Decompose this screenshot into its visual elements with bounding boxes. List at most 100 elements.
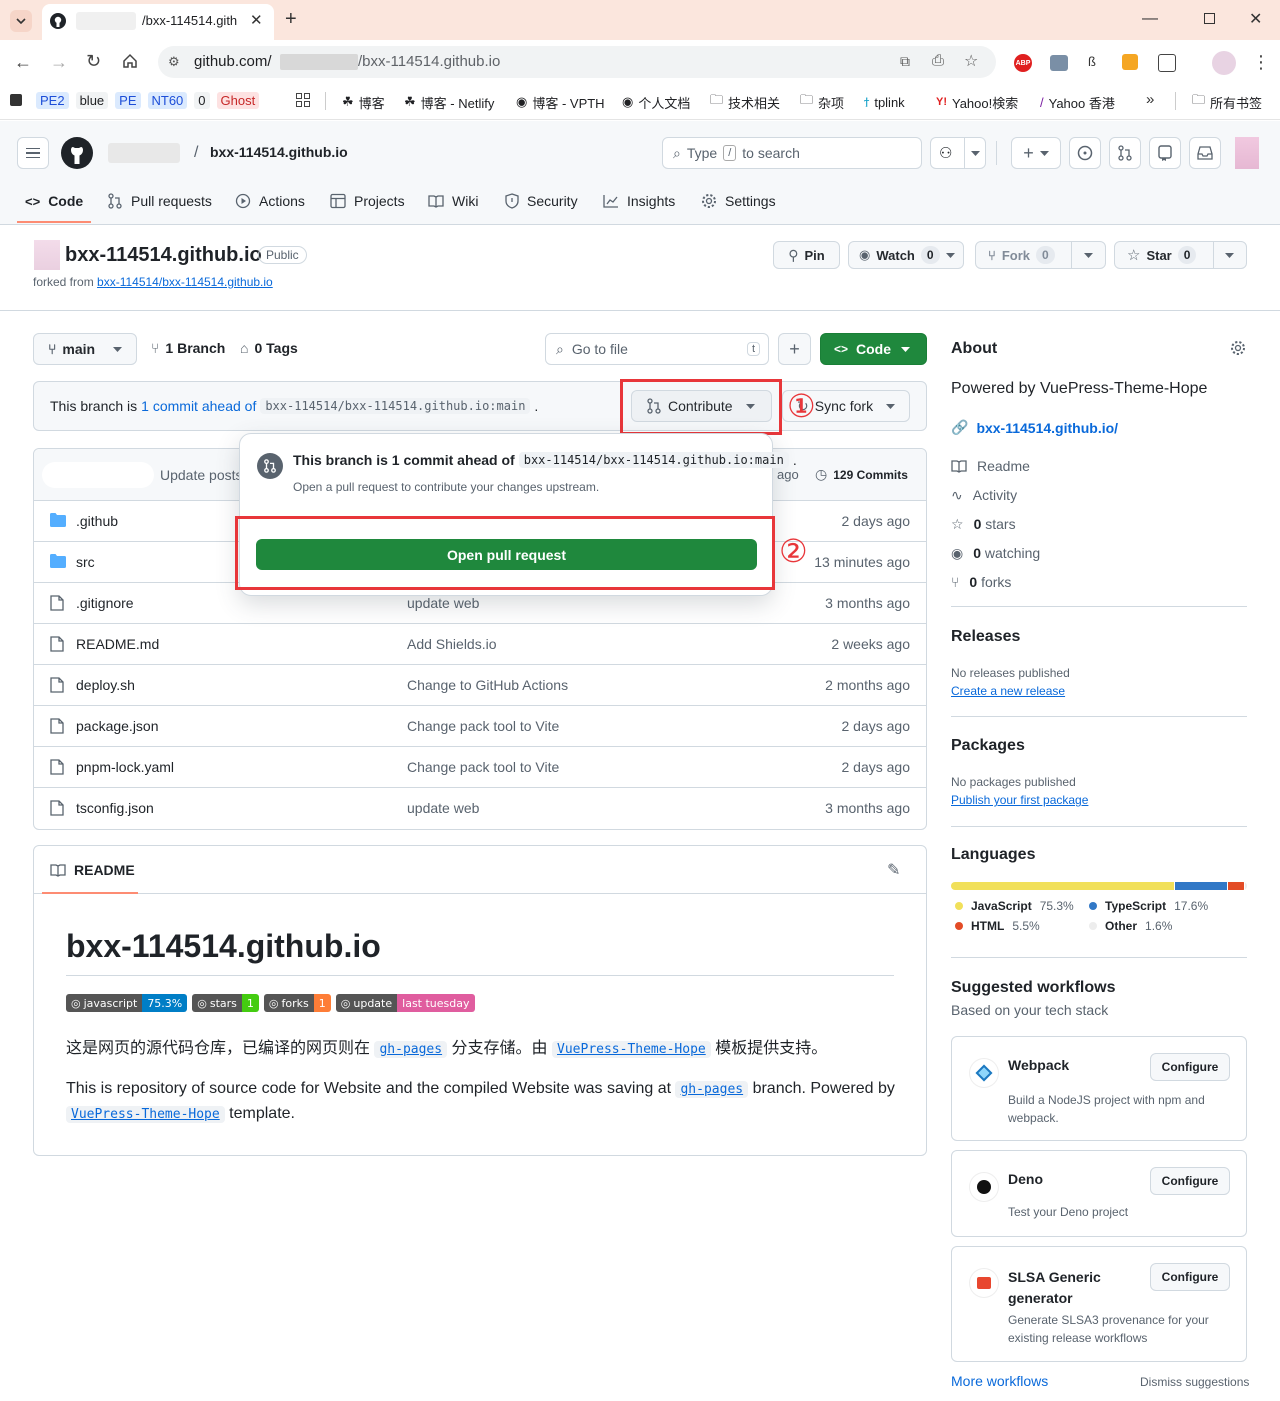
bookmark-folder-tech[interactable]: 🗀 技术相关: [710, 92, 780, 111]
file-row[interactable]: package.json Change pack tool to Vite 2 da…: [34, 705, 926, 746]
file-row[interactable]: pnpm-lock.yaml Change pack tool to Vite 2 …: [34, 746, 926, 787]
home-icon[interactable]: [122, 53, 138, 69]
bookmark-tplink[interactable]: ϯ tplink: [864, 93, 905, 111]
translate-icon[interactable]: ⧉: [900, 53, 910, 70]
gh-pages-link[interactable]: gh-pages: [675, 1081, 749, 1098]
pin-button[interactable]: ⚲ Pin: [773, 241, 840, 269]
file-name[interactable]: .gitignore: [76, 595, 134, 611]
file-name[interactable]: src: [76, 554, 95, 570]
about-website-link[interactable]: 🔗 bxx-114514.github.io/: [951, 419, 1118, 436]
commit-message[interactable]: Add Shields.io: [407, 636, 497, 652]
tab-wiki[interactable]: Wiki: [428, 191, 478, 211]
search-input[interactable]: ⌕ Type / to search: [662, 137, 922, 169]
user-avatar[interactable]: [1235, 137, 1259, 169]
commit-message[interactable]: Change pack tool to Vite: [407, 759, 559, 775]
shield-badge[interactable]: ◎ forks 1: [263, 994, 331, 1012]
file-name[interactable]: deploy.sh: [76, 677, 135, 693]
commit-message[interactable]: Change pack tool to Vite: [407, 718, 559, 734]
activity-link[interactable]: ∿ Activity: [951, 485, 1017, 505]
profile-avatar[interactable]: [1212, 51, 1236, 75]
adblock-extension-icon[interactable]: ABP: [1014, 54, 1032, 72]
tab-projects[interactable]: Projects: [330, 191, 405, 211]
vuepress-link[interactable]: VuePress-Theme-Hope: [552, 1041, 711, 1058]
inbox-button[interactable]: [1189, 137, 1221, 169]
extension-icon[interactable]: [1050, 55, 1068, 71]
extension-icon[interactable]: ß: [1088, 54, 1096, 69]
tab-code[interactable]: <> Code: [25, 191, 83, 211]
bookmark-blog-netlify[interactable]: ☘ 博客 - Netlify: [404, 93, 494, 111]
tab-pull-requests[interactable]: Pull requests: [107, 191, 212, 211]
issues-button[interactable]: [1069, 137, 1101, 169]
commit-message[interactable]: update web: [407, 800, 479, 816]
branch-selector[interactable]: ⑂ main: [33, 333, 137, 365]
tab-settings[interactable]: Settings: [701, 191, 776, 211]
maximize-button[interactable]: [1204, 13, 1215, 24]
releases-title[interactable]: Releases: [951, 628, 1020, 646]
ahead-compare-link[interactable]: 1 commit ahead of: [141, 398, 256, 414]
commit-message[interactable]: Change to GitHub Actions: [407, 677, 568, 693]
forward-icon[interactable]: →: [50, 52, 68, 73]
configure-button[interactable]: Configure: [1150, 1053, 1230, 1081]
language-legend-item[interactable]: Other 1.6%: [1089, 919, 1239, 933]
file-name[interactable]: pnpm-lock.yaml: [76, 759, 174, 775]
close-tab-icon[interactable]: ✕: [250, 11, 263, 29]
dismiss-suggestions-button[interactable]: Dismiss suggestions: [1140, 1375, 1249, 1389]
file-row[interactable]: deploy.sh Change to GitHub Actions 2 month…: [34, 664, 926, 705]
commit-message[interactable]: update web: [407, 595, 479, 611]
bookmark-pill[interactable]: 0: [194, 92, 210, 109]
hamburger-menu-button[interactable]: [17, 137, 49, 169]
watch-button[interactable]: ◉ Watch 0: [848, 241, 964, 269]
site-info-icon[interactable]: ⚙: [168, 54, 180, 70]
bookmark-docs[interactable]: ◉ 个人文档: [622, 93, 690, 111]
tab-search-button[interactable]: [10, 10, 32, 32]
pull-requests-button[interactable]: [1109, 137, 1141, 169]
install-icon[interactable]: ⎙: [932, 52, 944, 69]
bookmark-folder-misc[interactable]: 🗀 杂项: [800, 92, 844, 111]
file-row[interactable]: tsconfig.json update web 3 months ago: [34, 787, 926, 828]
new-tab-button[interactable]: +: [285, 8, 297, 31]
create-release-link[interactable]: Create a new release: [951, 684, 1065, 698]
apps-grid-icon[interactable]: [296, 93, 310, 107]
bookmark-yahoo-hk[interactable]: / Yahoo 香港: [1040, 93, 1115, 111]
code-button[interactable]: <> Code: [820, 333, 927, 365]
bookmark-pill[interactable]: PE: [115, 92, 141, 109]
minimize-button[interactable]: —: [1142, 10, 1158, 28]
watching-link[interactable]: ◉ 0 watching: [951, 543, 1040, 563]
shield-badge[interactable]: ◎ stars 1: [192, 994, 259, 1012]
forked-from-link[interactable]: bxx-114514/bxx-114514.github.io: [97, 275, 273, 289]
bookmark-pill[interactable]: blue: [75, 92, 109, 109]
language-legend-item[interactable]: JavaScript 75.3%: [955, 899, 1085, 913]
vuepress-link[interactable]: VuePress-Theme-Hope: [66, 1106, 225, 1123]
file-name[interactable]: .github: [76, 513, 118, 529]
bookmark-blog-vpth[interactable]: ◉ 博客 - VPTH: [516, 93, 605, 111]
all-bookmarks[interactable]: 🗀 所有书签: [1192, 92, 1262, 111]
tags-link[interactable]: ⌂ 0 Tags: [240, 340, 298, 356]
shield-badge[interactable]: ◎ update last tuesday: [335, 994, 475, 1012]
reload-icon[interactable]: ↻: [86, 51, 101, 72]
file-name[interactable]: README.md: [76, 636, 159, 652]
fork-button[interactable]: ⑂ Fork 0: [975, 241, 1106, 269]
repositories-button[interactable]: [1149, 137, 1181, 169]
bookmark-star-icon[interactable]: ☆: [964, 51, 978, 71]
close-window-button[interactable]: ✕: [1249, 9, 1262, 29]
star-button[interactable]: ☆ Star 0: [1114, 241, 1247, 269]
create-new-button[interactable]: +: [1011, 137, 1061, 169]
shield-badge[interactable]: ◎ javascript 75.3%: [66, 994, 188, 1012]
github-logo-icon[interactable]: [61, 137, 93, 169]
readme-tab[interactable]: README: [50, 862, 135, 878]
bookmark-yahoo-jp[interactable]: Y! Yahoo!検索: [936, 93, 1018, 111]
bookmark-pill[interactable]: NT60: [147, 92, 188, 109]
forks-link[interactable]: ⑂ 0 forks: [951, 572, 1011, 592]
configure-button[interactable]: Configure: [1150, 1263, 1230, 1291]
more-workflows-link[interactable]: More workflows: [951, 1373, 1048, 1389]
bookmark-blog[interactable]: ☘ 博客: [342, 93, 385, 111]
commits-link[interactable]: ◷ 129 Commits: [815, 466, 908, 483]
add-file-button[interactable]: +: [778, 333, 811, 365]
more-bookmarks-icon[interactable]: »: [1146, 91, 1154, 108]
language-legend-item[interactable]: TypeScript 17.6%: [1089, 899, 1239, 913]
back-icon[interactable]: ←: [14, 52, 32, 73]
file-row[interactable]: README.md Add Shields.io 2 weeks ago: [34, 623, 926, 664]
tab-security[interactable]: Security: [505, 191, 578, 211]
file-name[interactable]: tsconfig.json: [76, 800, 154, 816]
browser-menu-icon[interactable]: ⋮: [1252, 52, 1270, 73]
